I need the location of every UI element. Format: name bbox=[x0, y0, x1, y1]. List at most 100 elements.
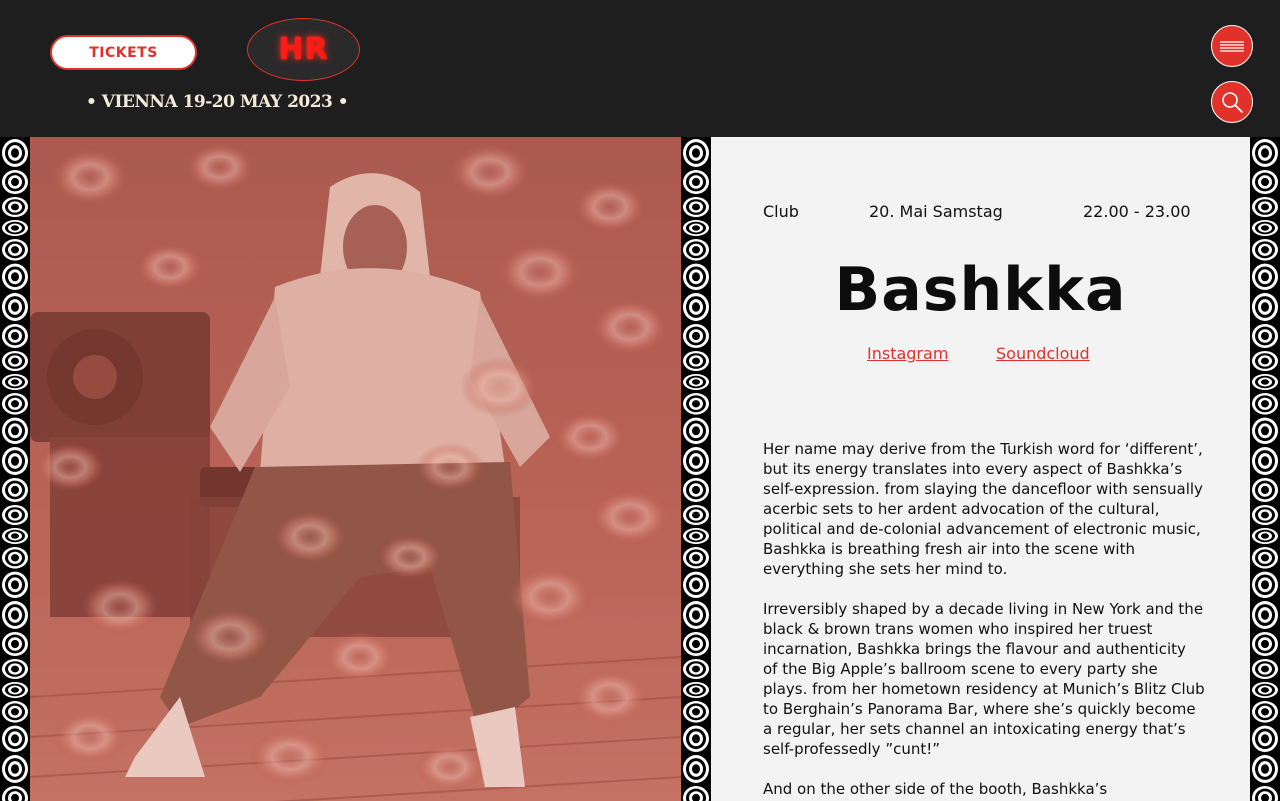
ring-icon bbox=[1252, 239, 1278, 261]
ring-icon bbox=[1252, 447, 1278, 475]
festival-tagline: • VIENNA 19-20 MAY 2023 • bbox=[86, 92, 349, 112]
ring-icon bbox=[2, 139, 28, 167]
ring-icon bbox=[2, 293, 28, 321]
menu-button[interactable] bbox=[1211, 25, 1253, 67]
ring-icon bbox=[2, 417, 28, 444]
ring-icon bbox=[2, 239, 28, 261]
ring-icon bbox=[1252, 601, 1278, 629]
ring-icon bbox=[683, 220, 709, 236]
ring-icon bbox=[2, 263, 28, 290]
ring-icon bbox=[683, 447, 709, 475]
ring-icon bbox=[1252, 786, 1278, 801]
ring-icon bbox=[683, 293, 709, 321]
search-button[interactable] bbox=[1211, 81, 1253, 123]
ring-icon bbox=[2, 170, 28, 194]
ring-icon bbox=[1252, 197, 1278, 217]
ring-icon bbox=[2, 374, 28, 390]
ring-icon bbox=[1252, 351, 1278, 371]
ring-icon bbox=[683, 505, 709, 525]
artist-name: Bashkka bbox=[834, 255, 1127, 325]
ring-icon bbox=[2, 786, 28, 801]
ring-icon bbox=[1252, 393, 1278, 415]
ring-icon bbox=[1252, 170, 1278, 194]
event-venue: Club bbox=[763, 202, 799, 221]
ring-icon bbox=[683, 351, 709, 371]
ring-pattern bbox=[683, 139, 709, 801]
ring-icon bbox=[2, 351, 28, 371]
bio-paragraph: Irreversibly shaped by a decade living i… bbox=[763, 600, 1205, 758]
ring-icon bbox=[2, 324, 28, 348]
ring-icon bbox=[683, 324, 709, 348]
ring-icon bbox=[1252, 528, 1278, 544]
ring-icon bbox=[683, 682, 709, 698]
ring-icon bbox=[2, 528, 28, 544]
ring-icon bbox=[1252, 139, 1278, 167]
ring-icon bbox=[1252, 682, 1278, 698]
ring-icon bbox=[683, 239, 709, 261]
ring-icon bbox=[683, 139, 709, 167]
ring-icon bbox=[1252, 505, 1278, 525]
ring-icon bbox=[683, 374, 709, 390]
artist-info-panel: Club 20. Mai Samstag 22.00 - 23.00 Bashk… bbox=[711, 137, 1250, 801]
ring-icon bbox=[683, 547, 709, 569]
ring-icon bbox=[1252, 220, 1278, 236]
ring-icon bbox=[2, 505, 28, 525]
ring-icon bbox=[683, 786, 709, 801]
ring-icon bbox=[1252, 632, 1278, 656]
ring-icon bbox=[2, 547, 28, 569]
bio-paragraph: Her name may derive from the Turkish wor… bbox=[763, 440, 1203, 578]
ring-icon bbox=[683, 478, 709, 502]
ring-icon bbox=[683, 701, 709, 723]
ring-icon bbox=[1252, 701, 1278, 723]
ring-icon bbox=[1252, 659, 1278, 679]
ring-icon bbox=[1252, 725, 1278, 752]
ring-icon bbox=[2, 393, 28, 415]
ring-icon bbox=[2, 220, 28, 236]
ring-icon bbox=[2, 197, 28, 217]
ring-icon bbox=[683, 417, 709, 444]
decorative-ring-border-middle bbox=[681, 137, 711, 801]
ring-icon bbox=[1252, 293, 1278, 321]
ring-pattern bbox=[2, 139, 28, 801]
ring-icon bbox=[1252, 324, 1278, 348]
hamburger-menu-icon bbox=[1220, 41, 1244, 52]
bio-paragraph: And on the other side of the booth, Bash… bbox=[763, 780, 1108, 798]
ring-icon bbox=[683, 659, 709, 679]
ring-icon bbox=[2, 447, 28, 475]
ring-icon bbox=[1252, 417, 1278, 444]
ring-icon bbox=[2, 659, 28, 679]
event-time: 22.00 - 23.00 bbox=[1083, 202, 1191, 221]
ring-icon bbox=[2, 755, 28, 783]
ring-icon bbox=[2, 725, 28, 752]
artist-bio: Her name may derive from the Turkish wor… bbox=[763, 439, 1205, 801]
artist-photo bbox=[30, 137, 681, 801]
decorative-ring-border-left bbox=[0, 137, 30, 801]
ring-icon bbox=[683, 170, 709, 194]
ring-icon bbox=[683, 755, 709, 783]
ring-icon bbox=[1252, 263, 1278, 290]
tickets-button[interactable]: TICKETS bbox=[50, 35, 197, 70]
instagram-link[interactable]: Instagram bbox=[867, 344, 948, 363]
decorative-ring-border-right bbox=[1250, 137, 1280, 801]
ring-icon bbox=[2, 571, 28, 598]
ring-icon bbox=[1252, 755, 1278, 783]
site-logo[interactable]: HR bbox=[247, 18, 360, 81]
ring-icon bbox=[683, 528, 709, 544]
site-header: TICKETS HR • VIENNA 19-20 MAY 2023 • bbox=[0, 0, 1280, 137]
artist-links: Instagram Soundcloud bbox=[711, 344, 1250, 368]
ring-icon bbox=[2, 682, 28, 698]
ring-icon bbox=[1252, 374, 1278, 390]
ring-icon bbox=[1252, 571, 1278, 598]
ring-icon bbox=[2, 632, 28, 656]
ring-pattern bbox=[1252, 139, 1278, 801]
ring-icon bbox=[683, 263, 709, 290]
ring-icon bbox=[1252, 478, 1278, 502]
ring-icon bbox=[683, 601, 709, 629]
ring-icon bbox=[1252, 547, 1278, 569]
ring-icon bbox=[683, 571, 709, 598]
ring-icon bbox=[2, 478, 28, 502]
soundcloud-link[interactable]: Soundcloud bbox=[996, 344, 1090, 363]
search-icon bbox=[1222, 92, 1243, 113]
ring-icon bbox=[683, 197, 709, 217]
ring-icon bbox=[683, 632, 709, 656]
